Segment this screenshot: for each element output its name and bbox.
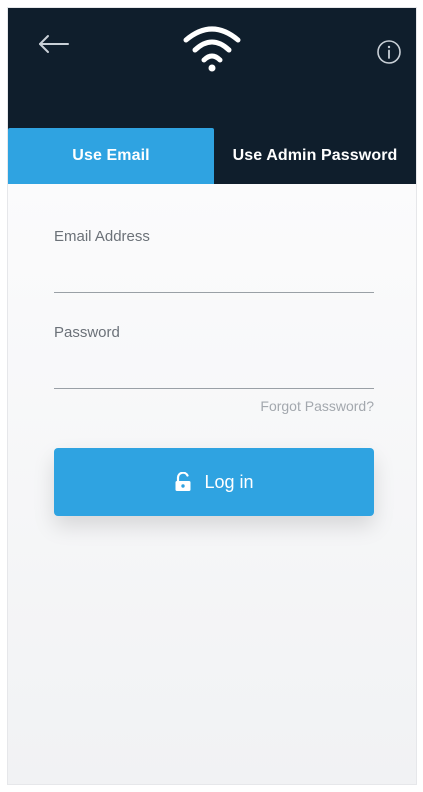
info-circle-icon — [377, 40, 401, 64]
password-field[interactable] — [54, 358, 374, 389]
wifi-logo — [180, 20, 244, 72]
email-field[interactable] — [54, 262, 374, 293]
tab-use-email[interactable]: Use Email — [8, 128, 214, 184]
wifi-icon — [183, 26, 241, 72]
unlock-icon — [175, 472, 191, 491]
back-button[interactable] — [34, 30, 74, 58]
tab-use-admin-password[interactable]: Use Admin Password — [214, 128, 416, 184]
email-label: Email Address — [54, 228, 150, 245]
info-button[interactable] — [376, 39, 402, 65]
password-label: Password — [54, 324, 120, 341]
login-button-label: Log in — [204, 471, 254, 492]
app-header: Use Email Use Admin Password — [8, 8, 416, 184]
arrow-left-icon — [39, 35, 69, 53]
login-screen: Use Email Use Admin Password Email Addre… — [8, 8, 416, 784]
login-form: Email Address Password Forgot Password? … — [8, 184, 416, 784]
forgot-password-link[interactable]: Forgot Password? — [260, 398, 374, 414]
login-button[interactable]: Log in — [54, 448, 374, 516]
